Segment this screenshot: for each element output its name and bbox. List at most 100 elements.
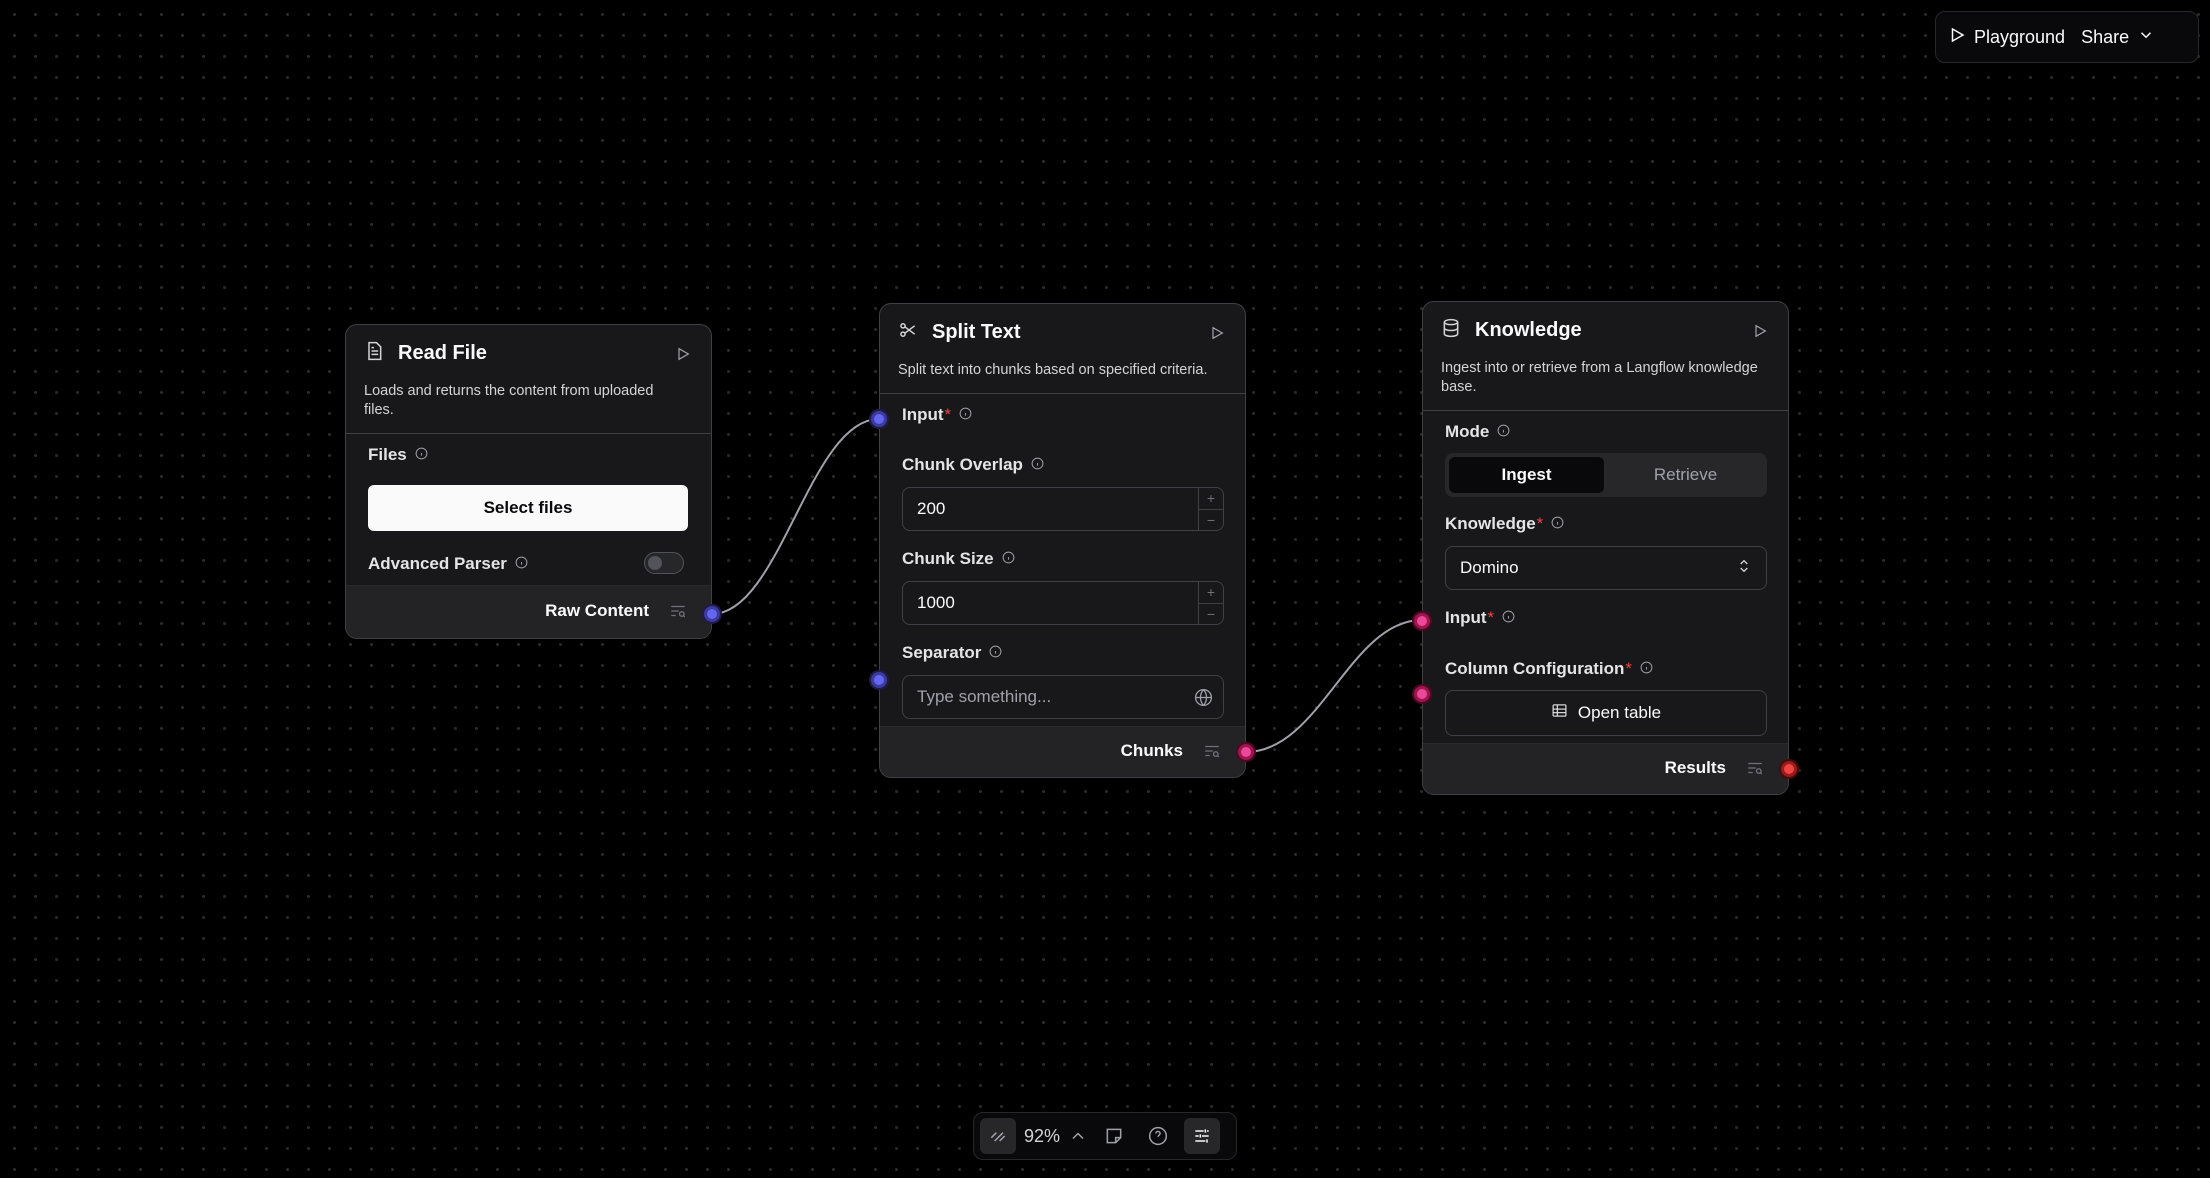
required-marker: * [1625, 659, 1633, 678]
split-text-input-handle[interactable] [871, 411, 887, 427]
node-footer: Results [1423, 743, 1788, 794]
chunk-size-field-label: Chunk Size [902, 549, 1015, 569]
sticky-note-icon[interactable] [1096, 1118, 1132, 1154]
mode-option-retrieve[interactable]: Retrieve [1608, 457, 1763, 493]
edge-raw-content-to-input[interactable] [711, 418, 880, 615]
separator-label: Separator [902, 643, 982, 662]
column-config-input-handle[interactable] [1414, 686, 1430, 702]
chunks-output-handle[interactable] [1238, 744, 1254, 760]
results-output-handle[interactable] [1781, 761, 1797, 777]
chunk-size-label: Chunk Size [902, 549, 994, 568]
advanced-parser-field-label: Advanced Parser [368, 554, 528, 574]
info-icon[interactable] [1502, 608, 1515, 628]
column-config-field-label: Column Configuration * [1445, 659, 1653, 679]
chevron-down-icon [2137, 26, 2155, 49]
mode-label: Mode [1445, 422, 1490, 441]
input-label: Input [902, 405, 944, 424]
chunk-overlap-stepper[interactable]: + − [1198, 488, 1223, 530]
help-icon[interactable] [1140, 1118, 1176, 1154]
file-icon [364, 341, 384, 366]
mode-toggle: Ingest Retrieve [1445, 453, 1767, 497]
select-files-button[interactable]: Select files [368, 485, 688, 531]
chunk-size-value: 1000 [917, 593, 955, 612]
knowledge-field-label: Knowledge * [1445, 514, 1564, 534]
input-field-label: Input * [1445, 608, 1515, 628]
info-icon[interactable] [1640, 659, 1653, 679]
info-icon[interactable] [1551, 514, 1564, 534]
table-icon [1551, 702, 1568, 724]
decrement-icon[interactable]: − [1199, 510, 1223, 531]
required-marker: * [1487, 608, 1495, 627]
decrement-icon[interactable]: − [1199, 604, 1223, 625]
increment-icon[interactable]: + [1199, 488, 1223, 510]
output-inspect-icon[interactable] [1746, 759, 1764, 782]
chunk-size-stepper[interactable]: + − [1198, 582, 1223, 624]
advanced-parser-toggle[interactable] [644, 552, 684, 574]
knowledge-node[interactable]: Knowledge Ingest into or retrieve from a… [1422, 301, 1789, 795]
separator-input-handle[interactable] [871, 672, 887, 688]
node-title: Read File [398, 342, 487, 364]
top-toolbar: Playground Share [1935, 11, 2199, 63]
raw-content-output-label: Raw Content [545, 601, 649, 620]
files-label: Files [368, 445, 407, 464]
input-field-label: Input * [902, 405, 972, 425]
database-icon [1441, 318, 1461, 343]
sliders-icon[interactable] [1184, 1118, 1221, 1154]
mode-field-label: Mode [1445, 422, 1510, 442]
edge-chunks-to-knowledge-input[interactable] [1245, 619, 1423, 753]
share-button[interactable]: Share [2081, 26, 2155, 49]
divider [880, 393, 1245, 394]
separator-placeholder: Type something... [917, 687, 1052, 706]
scissors-icon [898, 320, 918, 345]
info-icon[interactable] [1002, 549, 1015, 569]
results-output-label: Results [1664, 758, 1726, 777]
node-footer: Raw Content [346, 585, 711, 638]
split-text-node[interactable]: Split Text Split text into chunks based … [879, 303, 1246, 778]
run-node-button[interactable] [1752, 323, 1770, 341]
canvas-controls: 92% [973, 1112, 1237, 1160]
node-footer: Chunks [880, 726, 1245, 777]
playground-button[interactable]: Playground [1948, 26, 2065, 49]
mode-option-ingest[interactable]: Ingest [1449, 457, 1604, 493]
info-icon[interactable] [959, 405, 972, 425]
node-description: Split text into chunks based on specifie… [898, 362, 1208, 378]
globe-icon[interactable] [1194, 688, 1213, 712]
zoom-level[interactable]: 92% [1024, 1118, 1060, 1154]
open-table-button[interactable]: Open table [1445, 690, 1767, 736]
chunk-overlap-label: Chunk Overlap [902, 455, 1023, 474]
info-icon[interactable] [1031, 455, 1044, 475]
raw-content-output-handle[interactable] [704, 606, 720, 622]
column-config-label: Column Configuration [1445, 659, 1625, 678]
advanced-parser-label: Advanced Parser [368, 554, 507, 573]
separator-input[interactable]: Type something... [902, 675, 1224, 719]
files-field-label: Files [368, 445, 428, 465]
read-file-node[interactable]: Read File Loads and returns the content … [345, 324, 712, 639]
node-title: Knowledge [1475, 319, 1582, 341]
run-node-button[interactable] [675, 346, 693, 364]
output-inspect-icon[interactable] [1203, 742, 1221, 765]
run-node-button[interactable] [1209, 325, 1227, 343]
required-marker: * [944, 405, 952, 424]
info-icon[interactable] [515, 554, 528, 574]
play-icon [1948, 26, 1966, 49]
separator-field-label: Separator [902, 643, 1002, 663]
info-icon[interactable] [415, 445, 428, 465]
chunk-size-input[interactable]: 1000 + − [902, 581, 1224, 625]
knowledge-select[interactable]: Domino [1445, 546, 1767, 590]
chunk-overlap-input[interactable]: 200 + − [902, 487, 1224, 531]
output-inspect-icon[interactable] [669, 602, 687, 625]
open-table-label: Open table [1577, 703, 1662, 722]
input-label: Input [1445, 608, 1487, 627]
info-icon[interactable] [1497, 422, 1510, 442]
knowledge-select-value: Domino [1460, 558, 1519, 577]
knowledge-input-handle[interactable] [1414, 613, 1430, 629]
info-icon[interactable] [989, 643, 1002, 663]
node-title: Split Text [932, 321, 1021, 343]
logo-icon[interactable] [980, 1118, 1016, 1154]
chevron-up-icon[interactable] [1068, 1118, 1088, 1154]
knowledge-label: Knowledge [1445, 514, 1536, 533]
share-label: Share [2081, 26, 2130, 47]
required-marker: * [1536, 514, 1544, 533]
increment-icon[interactable]: + [1199, 582, 1223, 604]
node-description: Ingest into or retrieve from a Langflow … [1441, 360, 1758, 395]
